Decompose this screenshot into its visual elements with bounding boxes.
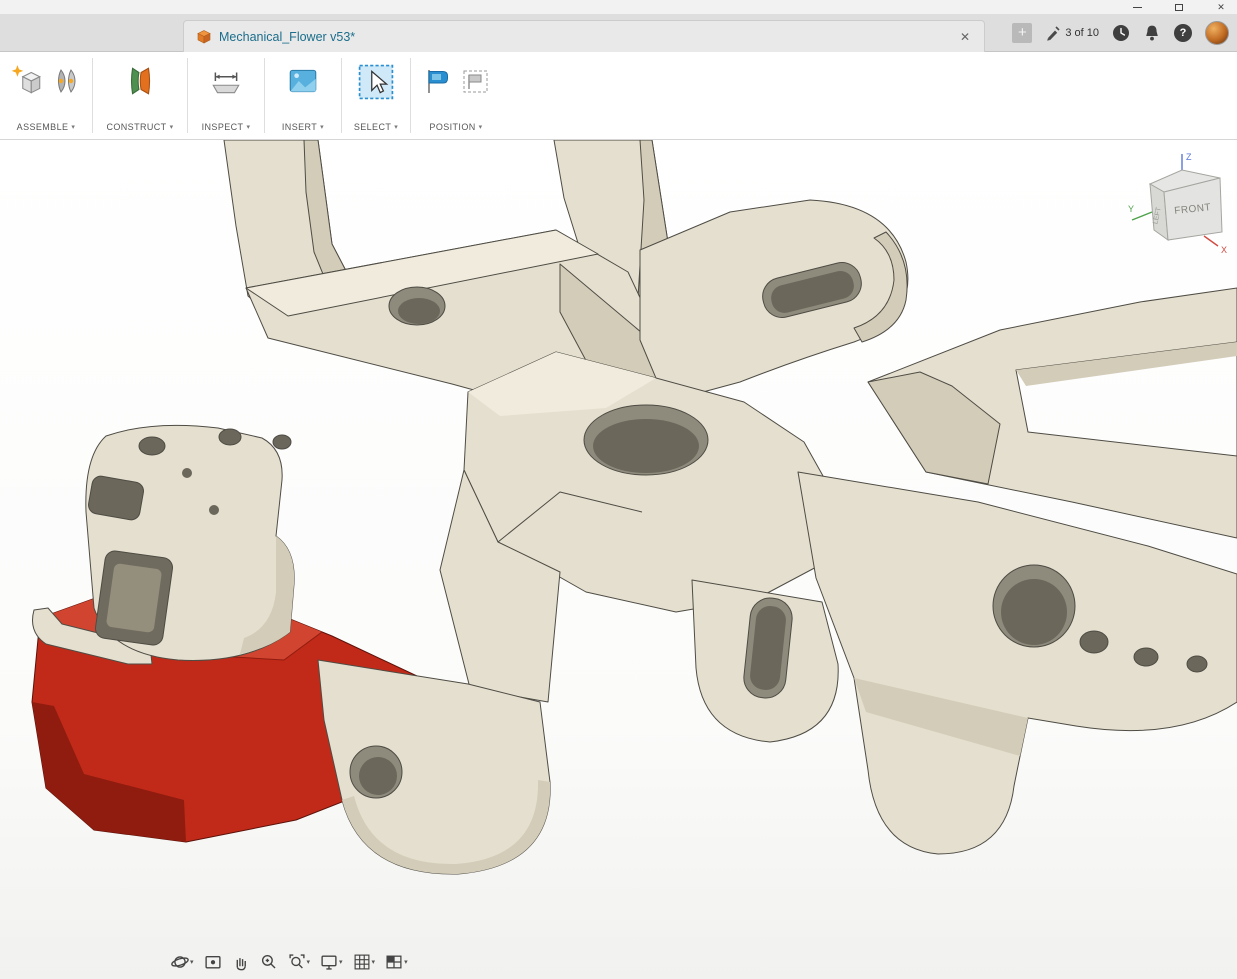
look-at-button[interactable] xyxy=(201,951,225,973)
fit-icon xyxy=(288,954,305,969)
servo-bracket-part[interactable] xyxy=(32,424,295,665)
construct-menu[interactable]: CONSTRUCT ▾ xyxy=(106,122,173,132)
y-axis xyxy=(1131,211,1153,221)
toolbar-group-assemble: ASSEMBLE ▾ xyxy=(0,52,92,139)
window-close-button[interactable]: ✕ xyxy=(1215,2,1227,12)
revert-position-icon xyxy=(463,70,488,93)
display-settings-button[interactable]: ▾ xyxy=(317,951,346,973)
new-tab-button[interactable]: + xyxy=(1012,23,1033,43)
joint-button[interactable] xyxy=(48,62,84,100)
view-navigation-bar: ▾ ▾ ▾ ▾ ▾ xyxy=(168,948,411,976)
position-menu[interactable]: POSITION ▾ xyxy=(429,122,482,132)
look-at-icon xyxy=(204,956,221,969)
flower-upper-arm-part[interactable] xyxy=(639,199,909,403)
orbit-icon xyxy=(171,956,189,968)
capture-position-button[interactable] xyxy=(419,62,455,100)
document-cube-icon xyxy=(197,29,211,43)
window-controls: ✕ xyxy=(1131,0,1227,14)
help-question-icon: ? xyxy=(1179,27,1187,39)
window-minimize-button[interactable] xyxy=(1131,2,1143,12)
construct-plane-button[interactable] xyxy=(121,62,159,100)
view-cube[interactable]: FRONT LEFT Z Y X xyxy=(1126,148,1237,256)
x-axis-label: X xyxy=(1221,245,1227,255)
x-axis xyxy=(1203,235,1219,247)
pan-icon xyxy=(236,958,246,971)
display-settings-icon xyxy=(321,955,337,970)
fit-button[interactable]: ▾ xyxy=(285,951,314,973)
toolbar-group-select: SELECT ▾ xyxy=(342,52,410,139)
maximize-icon xyxy=(1175,3,1183,11)
y-axis-label: Y xyxy=(1128,204,1134,214)
measure-button[interactable] xyxy=(207,62,245,100)
insert-label: INSERT xyxy=(281,122,318,132)
model-3d[interactable] xyxy=(0,140,1237,979)
minimize-icon xyxy=(1132,6,1142,8)
zoom-icon xyxy=(261,954,276,969)
document-tab-bar: Mechanical_Flower v53* ✕ + 3 of 10 ? xyxy=(0,14,1237,52)
chevron-down-icon: ▾ xyxy=(306,959,311,966)
joint-icon xyxy=(57,69,76,93)
document-title: Mechanical_Flower v53* xyxy=(219,29,356,44)
new-component-icon xyxy=(11,65,41,94)
toolbar-group-construct: CONSTRUCT ▾ xyxy=(93,52,187,139)
select-menu[interactable]: SELECT ▾ xyxy=(354,122,398,132)
grid-icon xyxy=(354,954,370,970)
chevron-down-icon: ▾ xyxy=(246,124,251,131)
chevron-down-icon: ▾ xyxy=(339,959,343,966)
toolbar-group-insert: INSERT ▾ xyxy=(265,52,341,139)
chevron-down-icon: ▾ xyxy=(169,124,174,131)
chevron-down-icon: ▾ xyxy=(371,959,376,966)
construct-label: CONSTRUCT xyxy=(106,122,167,132)
zoom-button[interactable] xyxy=(257,951,281,973)
viewports-button[interactable]: ▾ xyxy=(382,951,411,973)
inspect-label: INSPECT xyxy=(201,122,244,132)
measure-icon xyxy=(212,72,240,94)
assemble-menu[interactable]: ASSEMBLE ▾ xyxy=(17,122,76,132)
chevron-down-icon: ▾ xyxy=(320,124,325,131)
position-label: POSITION xyxy=(429,122,476,132)
chevron-down-icon: ▾ xyxy=(394,124,399,131)
z-axis-label: Z xyxy=(1186,152,1192,162)
inspect-menu[interactable]: INSPECT ▾ xyxy=(202,122,251,132)
revert-position-button[interactable] xyxy=(457,62,493,100)
toolbar-group-inspect: INSPECT ▾ xyxy=(188,52,264,139)
flower-lower-right-arm-part[interactable] xyxy=(797,471,1237,855)
pan-button[interactable] xyxy=(229,951,253,973)
ribbon-toolbar: ASSEMBLE ▾ CONSTRUCT ▾ INSPECT ▾ INSERT … xyxy=(0,52,1237,140)
insert-menu[interactable]: INSERT ▾ xyxy=(282,122,324,132)
job-status-button[interactable]: 3 of 10 xyxy=(1045,25,1099,41)
job-status-text: 3 of 10 xyxy=(1065,27,1099,39)
document-tab[interactable]: Mechanical_Flower v53* ✕ xyxy=(183,20,985,52)
toolbar-group-position: POSITION ▾ xyxy=(411,52,501,139)
grid-and-snaps-button[interactable]: ▾ xyxy=(350,951,379,973)
job-status-icon xyxy=(1047,26,1060,41)
flower-lower-clevis-part[interactable] xyxy=(691,579,839,743)
chevron-down-icon: ▾ xyxy=(190,959,194,966)
chevron-down-icon: ▾ xyxy=(404,959,408,966)
select-label: SELECT xyxy=(353,122,392,132)
select-icon xyxy=(358,64,394,100)
orbit-button[interactable]: ▾ xyxy=(168,951,197,973)
assemble-label: ASSEMBLE xyxy=(16,122,69,132)
window-titlebar: ✕ xyxy=(0,0,1237,14)
recent-activity-clock-button[interactable] xyxy=(1112,24,1130,42)
viewports-icon xyxy=(386,955,402,969)
construct-plane-icon xyxy=(130,67,151,95)
insert-canvas-button[interactable] xyxy=(284,62,322,100)
chevron-down-icon: ▾ xyxy=(478,124,483,131)
canvas-image-icon xyxy=(289,69,317,93)
new-component-button[interactable] xyxy=(8,62,46,100)
user-avatar[interactable] xyxy=(1205,21,1229,45)
viewport-canvas[interactable]: FRONT LEFT Z Y X ▾ ▾ ▾ ▾ ▾ xyxy=(0,140,1237,979)
tabbar-actions: + 3 of 10 ? xyxy=(1012,14,1229,52)
capture-position-icon xyxy=(428,70,448,93)
help-button[interactable]: ? xyxy=(1174,24,1192,42)
window-maximize-button[interactable] xyxy=(1173,2,1185,12)
select-button[interactable] xyxy=(356,62,396,102)
notifications-bell-button[interactable] xyxy=(1143,24,1161,42)
tab-close-button[interactable]: ✕ xyxy=(958,30,972,44)
chevron-down-icon: ▾ xyxy=(71,124,76,131)
